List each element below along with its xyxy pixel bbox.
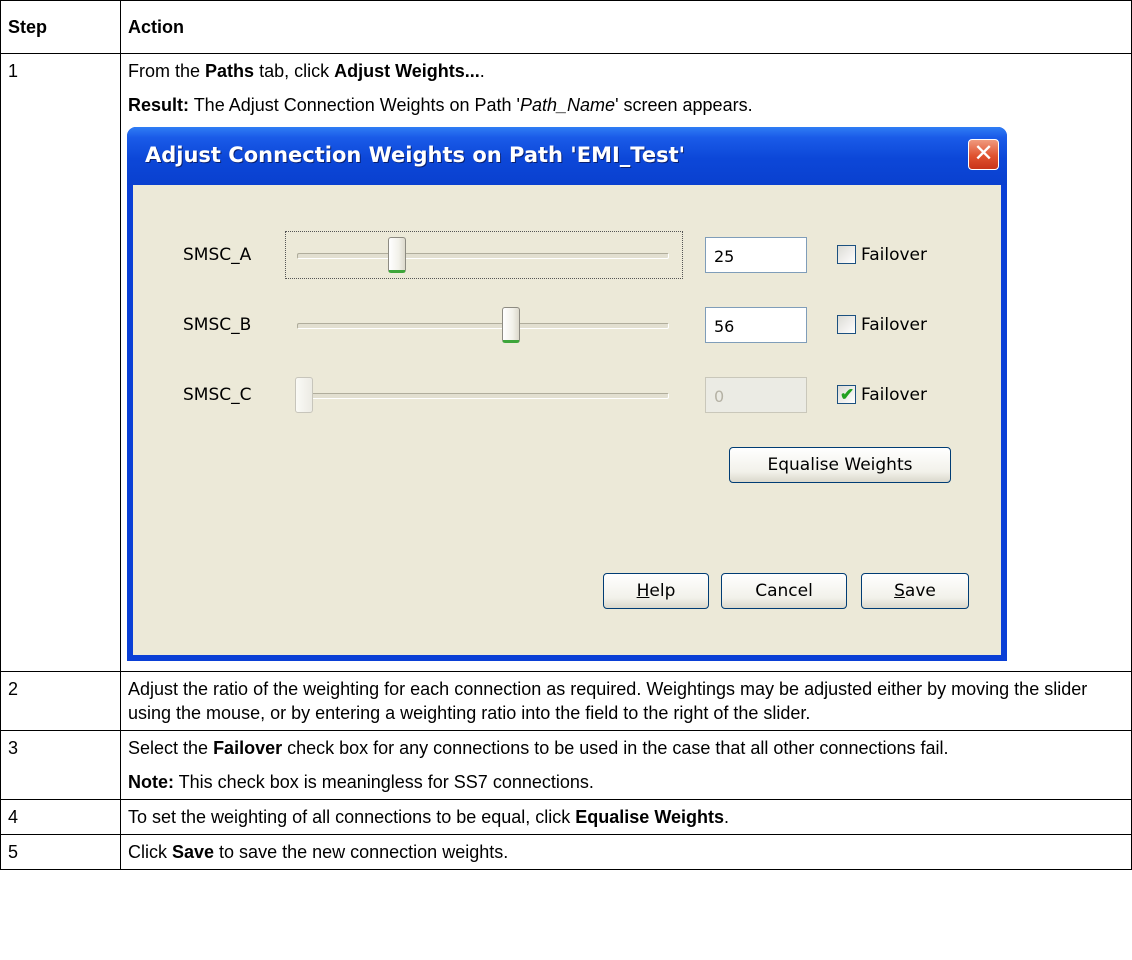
step1-result-b: ' screen appears. [615,95,753,115]
step-action-5: Click Save to save the new connection we… [120,834,1132,870]
step1-paths-bold: Paths [205,61,255,81]
step-number-2: 2 [0,671,121,731]
slider-track-a [297,253,669,259]
step3-text-a: Select the [128,738,214,758]
cancel-button[interactable]: Cancel [721,573,847,609]
failover-label-b: Failover [861,315,927,335]
step3-note-label: Note: [128,772,174,792]
step1-instruction: From the Paths tab, click Adjust Weights… [128,59,1124,83]
dialog-body: SMSC_A 25 Failover SMSC_B 56 Failover SM… [133,185,1001,655]
step1-text-c: . [479,61,485,81]
help-mnemonic: H [636,581,650,601]
dialog-titlebar[interactable]: Adjust Connection Weights on Path 'EMI_T… [127,127,1007,185]
connection-label-a: SMSC_A [183,245,252,265]
failover-label-a: Failover [861,245,927,265]
header-row: Step Action [0,0,1132,54]
failover-label-c: Failover [861,385,927,405]
slider-thumb-a[interactable] [387,237,406,273]
steps-table: Step Action 1 From the Paths tab, click … [0,0,1132,870]
step-action-3: Select the Failover check box for any co… [120,730,1132,800]
step3-instruction: Select the Failover check box for any co… [128,736,1124,760]
step-action-4: To set the weighting of all connections … [120,799,1132,835]
step4-text-a: To set the weighting of all connections … [128,807,576,827]
save-mnemonic: S [894,581,905,601]
step1-path-name: Path_Name [520,95,616,115]
step1-result: Result: The Adjust Connection Weights on… [128,93,1124,117]
checkmark-icon: ✔ [840,385,855,404]
step3-note: Note: This check box is meaningless for … [128,770,1124,794]
step-number-1: 1 [0,53,121,672]
header-step: Step [0,0,121,54]
step-row-3: 3 Select the Failover check box for any … [0,730,1132,800]
step5-save-bold: Save [172,842,215,862]
weight-input-a[interactable]: 25 [705,237,807,273]
step3-text-b: check box for any connections to be used… [282,738,949,758]
step1-result-label: Result: [128,95,190,115]
step-number-5: 5 [0,834,121,870]
failover-checkbox-a[interactable] [837,245,856,264]
weight-input-b[interactable]: 56 [705,307,807,343]
step1-adjust-bold: Adjust Weights... [334,61,480,81]
slider-track-c [297,393,669,399]
save-button[interactable]: Save [861,573,969,609]
help-button[interactable]: Help [603,573,709,609]
step1-result-a: The Adjust Connection Weights on Path ' [189,95,520,115]
help-rest: elp [649,581,676,601]
failover-checkbox-b[interactable] [837,315,856,334]
step-number-3: 3 [0,730,121,800]
adjust-weights-dialog: Adjust Connection Weights on Path 'EMI_T… [127,127,1007,661]
step2-text: Adjust the ratio of the weighting for ea… [128,679,1088,723]
step3-note-text: This check box is meaningless for SS7 co… [174,772,594,792]
connection-label-b: SMSC_B [183,315,252,335]
step-row-1: 1 From the Paths tab, click Adjust Weigh… [0,53,1132,672]
step-row-4: 4 To set the weighting of all connection… [0,799,1132,835]
step4-equalise-bold: Equalise Weights [575,807,724,827]
weight-input-c: 0 [705,377,807,413]
step1-text-a: From the [128,61,206,81]
equalise-weights-button[interactable]: Equalise Weights [729,447,951,483]
slider-thumb-b[interactable] [502,307,521,343]
step5-text-b: to save the new connection weights. [214,842,509,862]
step1-text-b: tab, click [254,61,335,81]
step-number-4: 4 [0,799,121,835]
step4-text-b: . [723,807,729,827]
save-rest: ave [904,581,936,601]
slider-thumb-c [295,377,313,413]
step5-text-a: Click [128,842,172,862]
step-row-2: 2 Adjust the ratio of the weighting for … [0,671,1132,731]
step3-failover-bold: Failover [213,738,283,758]
dialog-title: Adjust Connection Weights on Path 'EMI_T… [145,143,686,167]
close-icon[interactable]: ✕ [968,139,999,170]
step-action-1: From the Paths tab, click Adjust Weights… [120,53,1132,672]
step-action-2: Adjust the ratio of the weighting for ea… [120,671,1132,731]
step-row-5: 5 Click Save to save the new connection … [0,834,1132,870]
failover-checkbox-c[interactable]: ✔ [837,385,856,404]
header-action: Action [120,0,1132,54]
connection-label-c: SMSC_C [183,385,252,405]
slider-track-b [297,323,669,329]
